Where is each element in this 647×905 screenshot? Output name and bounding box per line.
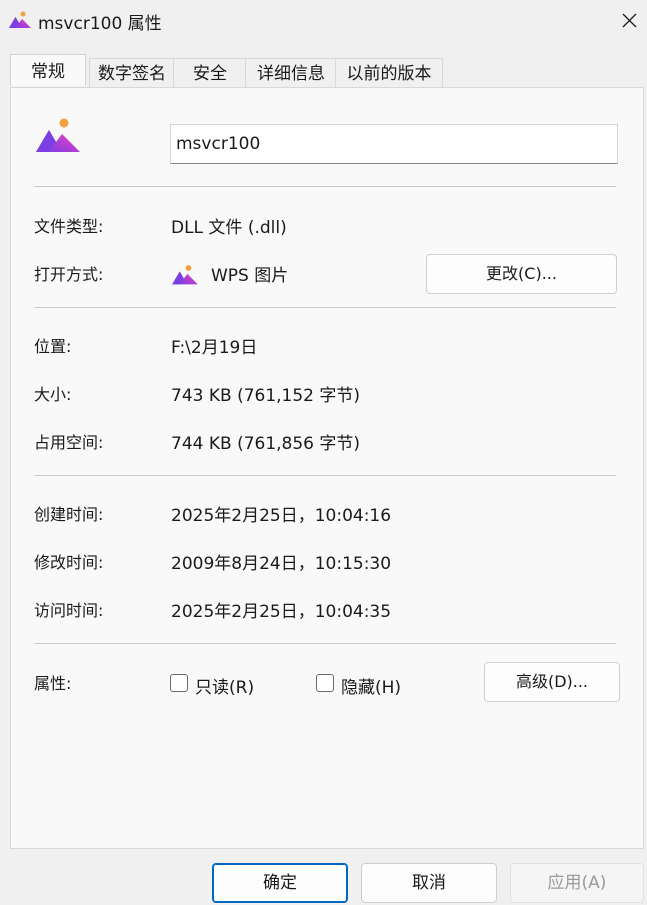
separator — [34, 186, 616, 187]
title-bar: msvcr100 属性 — [0, 0, 647, 40]
file-name-input[interactable] — [170, 124, 618, 164]
apply-button[interactable]: 应用(A) — [510, 863, 644, 903]
close-icon — [622, 13, 637, 28]
change-button[interactable]: 更改(C)... — [426, 254, 617, 294]
separator — [34, 307, 616, 308]
accessed-value: 2025年2月25日，10:04:35 — [171, 602, 392, 622]
location-label: 位置: — [34, 337, 72, 356]
created-label: 创建时间: — [34, 505, 104, 524]
open-with-value: WPS 图片 — [211, 266, 289, 286]
tab-security[interactable]: 安全 — [173, 58, 247, 88]
advanced-button[interactable]: 高级(D)... — [484, 662, 620, 702]
tab-digital-signatures[interactable]: 数字签名 — [89, 58, 175, 88]
hidden-checkbox[interactable] — [316, 674, 334, 692]
size-value: 743 KB (761,152 字节) — [171, 386, 361, 406]
attributes-label: 属性: — [34, 674, 72, 693]
separator — [34, 475, 616, 476]
window-title: msvcr100 属性 — [38, 14, 162, 34]
file-type-label: 文件类型: — [34, 217, 104, 236]
hidden-label[interactable]: 隐藏(H) — [341, 673, 401, 698]
tab-previous-versions[interactable]: 以前的版本 — [335, 58, 443, 88]
file-type-icon — [36, 118, 80, 152]
modified-label: 修改时间: — [34, 553, 104, 572]
readonly-label[interactable]: 只读(R) — [195, 673, 254, 698]
tab-details[interactable]: 详细信息 — [245, 58, 337, 88]
separator — [34, 643, 616, 644]
disk-size-label: 占用空间: — [34, 433, 104, 452]
general-panel — [10, 87, 644, 849]
cancel-button[interactable]: 取消 — [361, 863, 497, 903]
wps-picture-icon — [172, 265, 198, 285]
location-value: F:\2月19日 — [171, 338, 258, 358]
file-type-value: DLL 文件 (.dll) — [171, 218, 287, 238]
ok-button[interactable]: 确定 — [212, 863, 348, 903]
size-label: 大小: — [34, 385, 72, 404]
accessed-label: 访问时间: — [34, 601, 104, 620]
modified-value: 2009年8月24日，10:15:30 — [171, 554, 392, 574]
tab-general[interactable]: 常规 — [10, 54, 86, 86]
disk-size-value: 744 KB (761,856 字节) — [171, 434, 361, 454]
readonly-checkbox[interactable] — [170, 674, 188, 692]
wps-picture-icon — [9, 11, 31, 28]
created-value: 2025年2月25日，10:04:16 — [171, 506, 392, 526]
open-with-label: 打开方式: — [34, 265, 104, 284]
close-button[interactable] — [612, 4, 646, 36]
